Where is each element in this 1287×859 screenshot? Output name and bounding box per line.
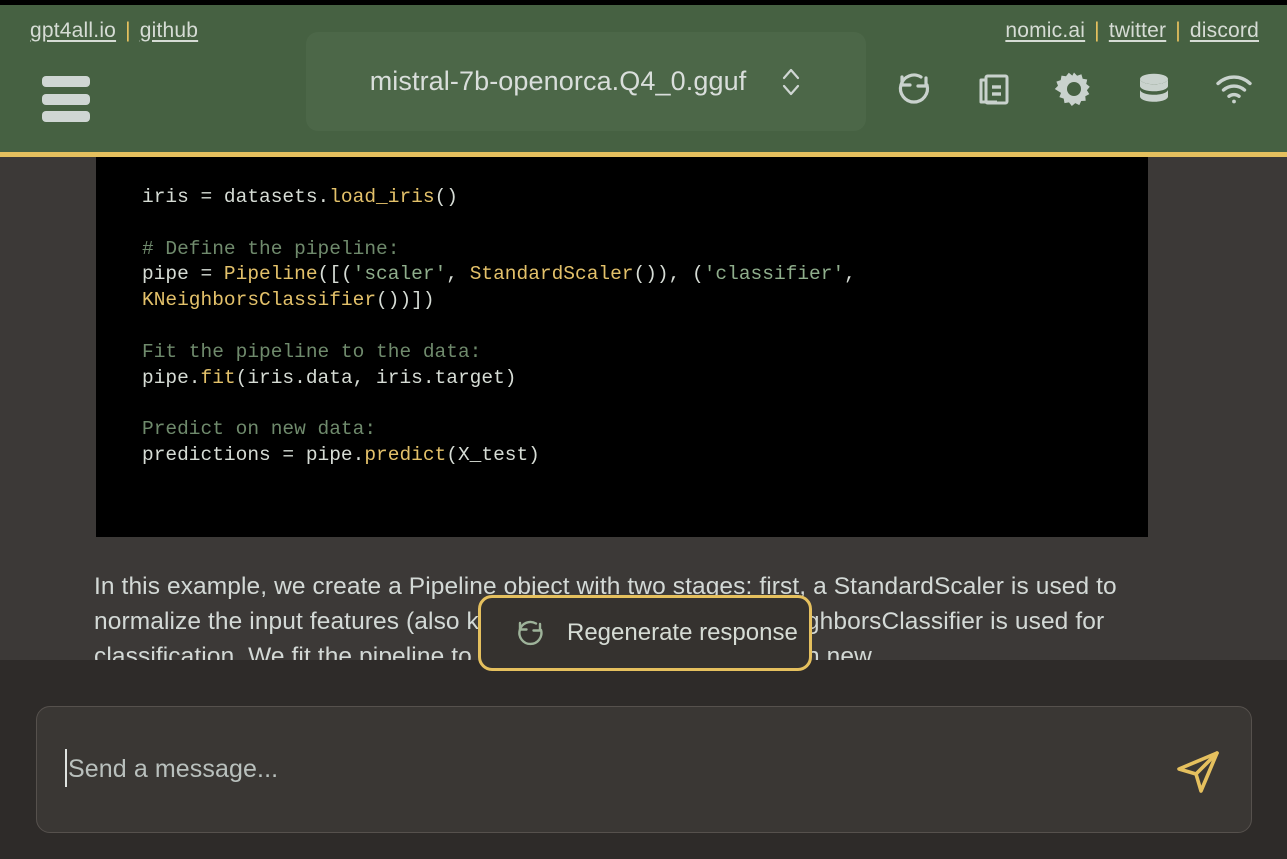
code-line: Fit the pipeline to the data: — [142, 340, 1148, 366]
header-icon-group — [893, 68, 1255, 110]
code-token: ())]) — [376, 289, 435, 312]
message-input-bar: Send a message... — [0, 660, 1287, 859]
regenerate-icon — [513, 616, 547, 650]
code-token: StandardScaler — [469, 263, 634, 286]
link-separator: | — [125, 19, 131, 42]
model-selector-value: mistral-7b-openorca.Q4_0.gguf — [369, 66, 747, 96]
header-left-links: gpt4all.io | github — [30, 18, 198, 44]
header-accent-divider — [0, 152, 1287, 157]
regenerate-response-button[interactable]: Regenerate response — [478, 595, 812, 671]
app-header: gpt4all.io | github nomic.ai | twitter |… — [0, 0, 1287, 152]
header-right-links: nomic.ai | twitter | discord — [1005, 18, 1259, 44]
hamburger-menu-icon[interactable] — [42, 76, 90, 122]
message-input-field[interactable]: Send a message... — [36, 706, 1252, 833]
message-input-placeholder: Send a message... — [68, 755, 279, 783]
code-line: iris = datasets.load_iris() — [142, 185, 1148, 211]
copy-icon[interactable] — [973, 68, 1015, 110]
code-line: KNeighborsClassifier())]) — [142, 288, 1148, 314]
code-token: 'scaler' — [352, 263, 447, 286]
code-line: predictions = pipe.predict(X_test) — [142, 443, 1148, 469]
link-separator: | — [1175, 19, 1181, 42]
conversation-area: iris = datasets.load_iris() # Define the … — [0, 157, 1287, 660]
code-token: Pipeline — [223, 263, 318, 286]
link-twitter[interactable]: twitter — [1109, 18, 1166, 44]
window-top-edge — [0, 0, 1287, 5]
code-line: Predict on new data: — [142, 417, 1148, 443]
link-gpt4all-io[interactable]: gpt4all.io — [30, 18, 116, 44]
code-token: Fit the pipeline to the data: — [142, 340, 482, 363]
code-token: fit — [200, 366, 236, 389]
code-token: KNeighborsClassifier — [142, 289, 377, 312]
send-paper-plane-icon[interactable] — [1171, 745, 1225, 799]
code-token: Predict on new data: — [142, 418, 377, 441]
hamburger-bar — [42, 111, 90, 122]
code-token: () — [434, 186, 458, 208]
code-token: predictions = pipe. — [142, 443, 365, 466]
code-token: predict — [364, 443, 447, 466]
code-token: iris = datasets. — [142, 186, 330, 208]
text-caret — [65, 749, 67, 787]
code-token: 'classifier' — [703, 263, 845, 286]
code-token: pipe = — [142, 263, 224, 286]
code-line: # Define the pipeline: — [142, 237, 1148, 263]
code-token: (iris.data, iris.target) — [235, 366, 517, 389]
code-token: ([( — [317, 263, 353, 286]
link-github[interactable]: github — [140, 18, 198, 44]
code-token: , — [844, 263, 856, 286]
regenerate-response-label: Regenerate response — [567, 619, 798, 646]
code-line: pipe.fit(iris.data, iris.target) — [142, 366, 1148, 392]
code-token: load_iris — [329, 186, 435, 208]
gpt4all-window: gpt4all.io | github nomic.ai | twitter |… — [0, 0, 1287, 859]
hamburger-bar — [42, 93, 90, 105]
model-selector-combobox[interactable]: mistral-7b-openorca.Q4_0.gguf — [306, 32, 866, 131]
gear-icon[interactable] — [1053, 68, 1095, 110]
code-token: ()), ( — [633, 263, 704, 286]
code-token: , — [446, 263, 470, 286]
hamburger-bar — [42, 76, 90, 87]
code-token: pipe. — [142, 366, 201, 389]
chevron-up-down-icon — [780, 65, 802, 99]
link-discord[interactable]: discord — [1190, 18, 1259, 44]
code-line: pipe = Pipeline([('scaler', StandardScal… — [142, 262, 1148, 288]
regenerate-icon[interactable] — [893, 68, 935, 110]
database-icon[interactable] — [1133, 68, 1175, 110]
code-token: (X_test) — [446, 443, 540, 466]
code-block: iris = datasets.load_iris() # Define the … — [96, 157, 1148, 537]
code-token: # Define the pipeline: — [142, 237, 400, 260]
link-separator: | — [1094, 19, 1100, 42]
link-nomic-ai[interactable]: nomic.ai — [1005, 18, 1085, 44]
network-icon[interactable] — [1213, 68, 1255, 110]
